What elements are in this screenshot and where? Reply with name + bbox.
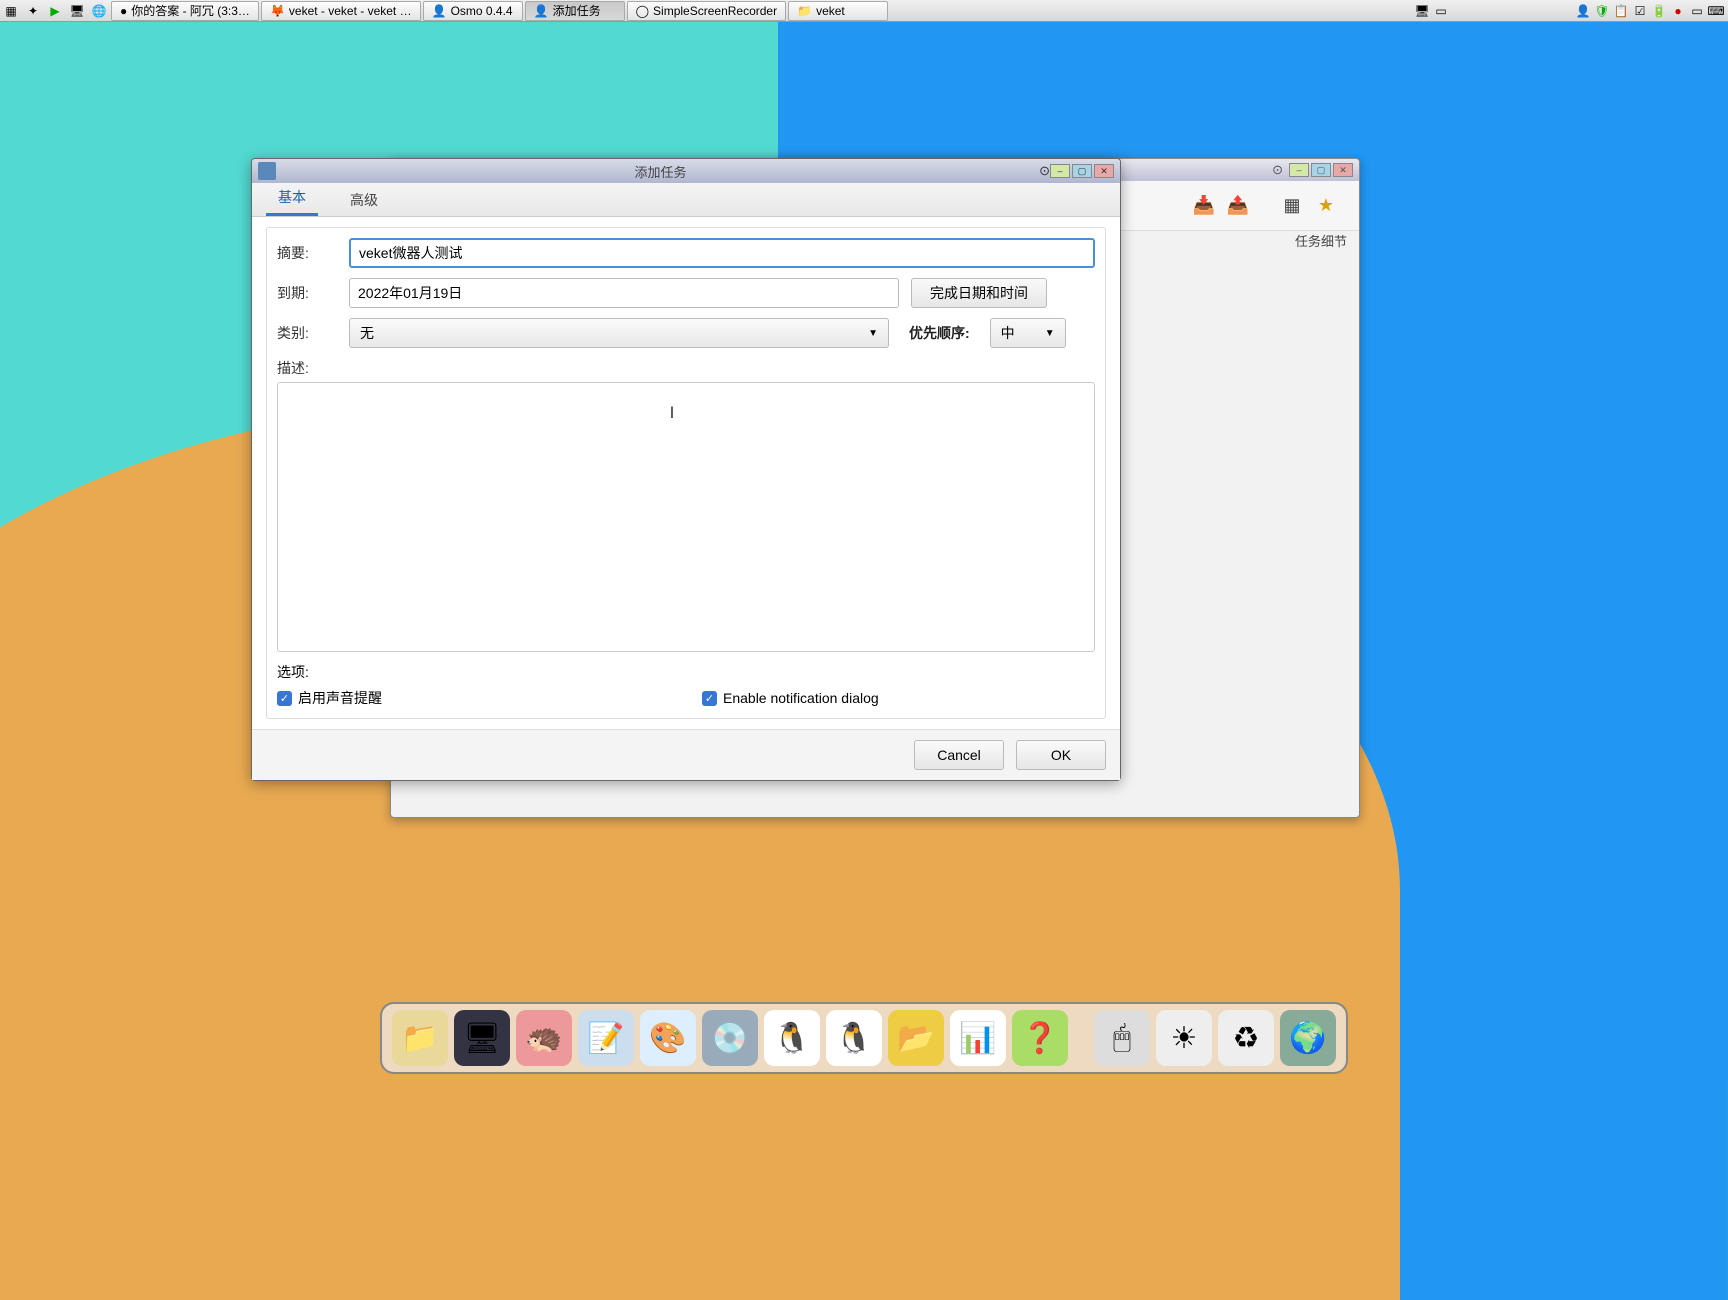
maximize-button[interactable]: ▢ (1072, 164, 1092, 178)
dock-mouse-icon[interactable]: 🖱 (1094, 1010, 1150, 1066)
form-group: 摘要: 到期: 完成日期和时间 类别: 无 ▼ 优先顺序: 中 ▼ (266, 227, 1106, 719)
shield-icon[interactable]: 🛡 (1594, 3, 1610, 19)
due-input[interactable] (349, 278, 899, 308)
system-tray: 🖥 ▭ 👤 🛡 📋 ☑ 🔋 ● ▭ ⌨ (1414, 3, 1728, 19)
category-label: 类别: (277, 323, 337, 343)
options-label: 选项: (277, 664, 309, 680)
dialog-titlebar[interactable]: 添加任务 ⊙ – ▢ ✕ (252, 159, 1120, 183)
music-icon: ● (120, 4, 127, 18)
sys-icon-3[interactable]: 🖥 (68, 2, 86, 20)
dock-help-icon[interactable]: ❓ (1012, 1010, 1068, 1066)
battery-icon[interactable]: 🔋 (1651, 3, 1667, 19)
cancel-button[interactable]: Cancel (914, 740, 1004, 770)
desktop-switch-icon[interactable]: ▭ (1433, 3, 1449, 19)
complete-datetime-button[interactable]: 完成日期和时间 (911, 278, 1047, 308)
sys-icon-4[interactable]: 🌐 (90, 2, 108, 20)
maximize-button[interactable]: ▢ (1311, 163, 1331, 177)
volume-icon[interactable]: ▭ (1689, 3, 1705, 19)
summary-label: 摘要: (277, 243, 337, 263)
ok-button[interactable]: OK (1016, 740, 1106, 770)
tab-advanced[interactable]: 高级 (338, 182, 390, 216)
minimize-button[interactable]: – (1050, 164, 1070, 178)
minimize-button[interactable]: – (1289, 163, 1309, 177)
clipboard-icon[interactable]: 📋 (1613, 3, 1629, 19)
dock-files-icon[interactable]: 📁 (392, 1010, 448, 1066)
close-button[interactable]: ✕ (1094, 164, 1114, 178)
check-icon: ✓ (702, 691, 717, 706)
add-task-dialog: 添加任务 ⊙ – ▢ ✕ 基本 高级 摘要: 到期: 完成日期和时间 类别: (251, 158, 1121, 781)
user-icon[interactable]: 👤 (1575, 3, 1591, 19)
taskbar-app-2[interactable]: 👤Osmo 0.4.4 (423, 1, 523, 21)
dock-pet-icon[interactable]: 🦔 (516, 1010, 572, 1066)
view-icon[interactable]: ▦ (1279, 193, 1305, 219)
check-icon: ✓ (277, 691, 292, 706)
task-icon[interactable]: ☑ (1632, 3, 1648, 19)
taskbar-app-0[interactable]: ●你的答案 - 阿冗 (3:3… (111, 1, 259, 21)
sys-icon-2[interactable]: ▶ (46, 2, 64, 20)
recorder-icon: ◯ (636, 4, 649, 18)
menu-icon[interactable]: ▦ (2, 2, 20, 20)
sys-icon-1[interactable]: ✦ (24, 2, 42, 20)
taskbar-app-3[interactable]: 👤添加任务 (525, 1, 625, 21)
close-button[interactable]: ✕ (1333, 163, 1353, 177)
priority-label: 优先顺序: (909, 323, 970, 343)
dock-recycle-icon[interactable]: ♻ (1218, 1010, 1274, 1066)
dock-globe-icon[interactable]: 🌍 (1280, 1010, 1336, 1066)
keyboard-icon[interactable]: ⌨ (1708, 3, 1724, 19)
roll-icon[interactable]: ⊙ (1039, 163, 1050, 179)
roll-icon[interactable]: ⊙ (1272, 162, 1283, 178)
sound-checkbox[interactable]: ✓ 启用声音提醒 (277, 688, 382, 708)
description-label: 描述: (277, 358, 337, 378)
text-cursor-icon: Ⅰ (670, 403, 675, 423)
dock-monitor-icon[interactable]: 🖥 (454, 1010, 510, 1066)
tab-basic[interactable]: 基本 (266, 179, 318, 216)
category-select[interactable]: 无 ▼ (349, 318, 889, 348)
dock-paint-icon[interactable]: 🎨 (640, 1010, 696, 1066)
dock: 📁 🖥 🦔 📝 🎨 💿 🐧 🐧 📂 📊 ❓ 🖱 ☀ ♻ 🌍 (380, 1002, 1348, 1074)
dock-media-icon[interactable]: 💿 (702, 1010, 758, 1066)
dock-brightness-icon[interactable]: ☀ (1156, 1010, 1212, 1066)
import-icon[interactable]: 📥 (1191, 193, 1217, 219)
taskbar: ▦ ✦ ▶ 🖥 🌐 ●你的答案 - 阿冗 (3:3… 🦊veket - veke… (0, 0, 1728, 22)
dock-folder-icon[interactable]: 📂 (888, 1010, 944, 1066)
dock-notes-icon[interactable]: 📝 (578, 1010, 634, 1066)
due-label: 到期: (277, 283, 337, 303)
firefox-icon: 🦊 (270, 4, 285, 18)
dock-qq-icon[interactable]: 🐧 (764, 1010, 820, 1066)
description-textarea[interactable]: Ⅰ (277, 382, 1095, 652)
star-icon[interactable]: ★ (1313, 193, 1339, 219)
osmo-icon: 👤 (432, 4, 447, 18)
taskbar-app-5[interactable]: 📁veket (788, 1, 888, 21)
dialog-title: 添加任务 (282, 162, 1039, 181)
dialog-tabs: 基本 高级 (252, 183, 1120, 217)
chevron-down-icon: ▼ (868, 328, 878, 339)
notification-checkbox[interactable]: ✓ Enable notification dialog (702, 690, 879, 706)
dock-chart-icon[interactable]: 📊 (950, 1010, 1006, 1066)
priority-select[interactable]: 中 ▼ (990, 318, 1066, 348)
chevron-down-icon: ▼ (1045, 328, 1055, 339)
export-icon[interactable]: 📤 (1225, 193, 1251, 219)
app-icon (258, 162, 276, 180)
dialog-footer: Cancel OK (252, 729, 1120, 780)
desktop-switch-icon[interactable]: 🖥 (1414, 3, 1430, 19)
record-icon[interactable]: ● (1670, 3, 1686, 19)
taskbar-app-4[interactable]: ◯SimpleScreenRecorder (627, 1, 787, 21)
task-detail-label: 任务细节 (1295, 231, 1347, 250)
dock-linux-icon[interactable]: 🐧 (826, 1010, 882, 1066)
summary-input[interactable] (349, 238, 1095, 268)
folder-icon: 📁 (797, 4, 812, 18)
osmo-icon: 👤 (534, 4, 549, 18)
taskbar-app-1[interactable]: 🦊veket - veket - veket … (261, 1, 421, 21)
